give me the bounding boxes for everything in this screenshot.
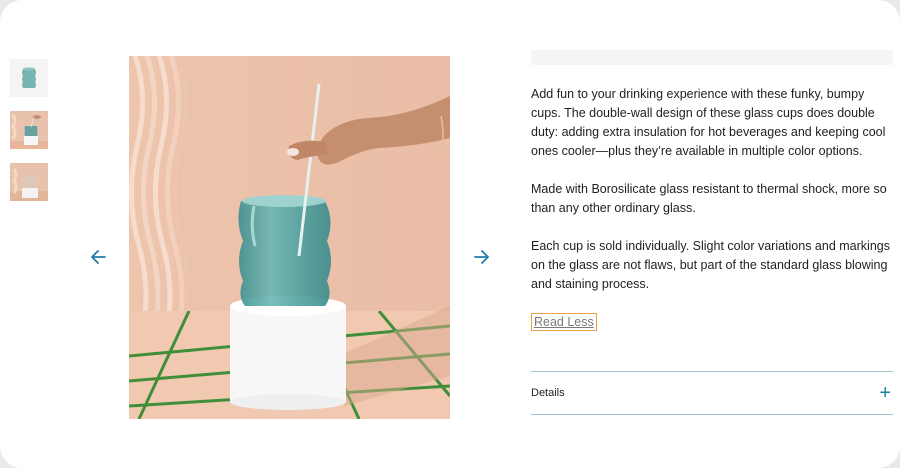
arrow-right-icon[interactable] — [470, 246, 492, 268]
thumbnail-3[interactable] — [9, 162, 49, 202]
thumbnail-list — [9, 58, 49, 214]
description-paragraph-2: Made with Borosilicate glass resistant t… — [531, 182, 887, 215]
thumbnail-2[interactable] — [9, 110, 49, 150]
product-info-panel: Add fun to your drinking experience with… — [531, 50, 893, 331]
description-paragraph-1: Add fun to your drinking experience with… — [531, 87, 886, 158]
product-card: Add fun to your drinking experience with… — [0, 0, 900, 468]
plus-icon[interactable]: + — [879, 383, 891, 403]
details-label: Details — [531, 387, 565, 399]
product-main-image — [129, 56, 450, 419]
description-paragraph-3: Each cup is sold individually. Slight co… — [531, 239, 890, 291]
title-placeholder — [531, 50, 893, 65]
read-less-link[interactable]: Read Less — [531, 313, 597, 331]
thumbnail-1[interactable] — [9, 58, 49, 98]
details-accordion[interactable]: Details + — [531, 371, 893, 415]
arrow-left-icon[interactable] — [88, 246, 110, 268]
product-description: Add fun to your drinking experience with… — [531, 85, 893, 294]
